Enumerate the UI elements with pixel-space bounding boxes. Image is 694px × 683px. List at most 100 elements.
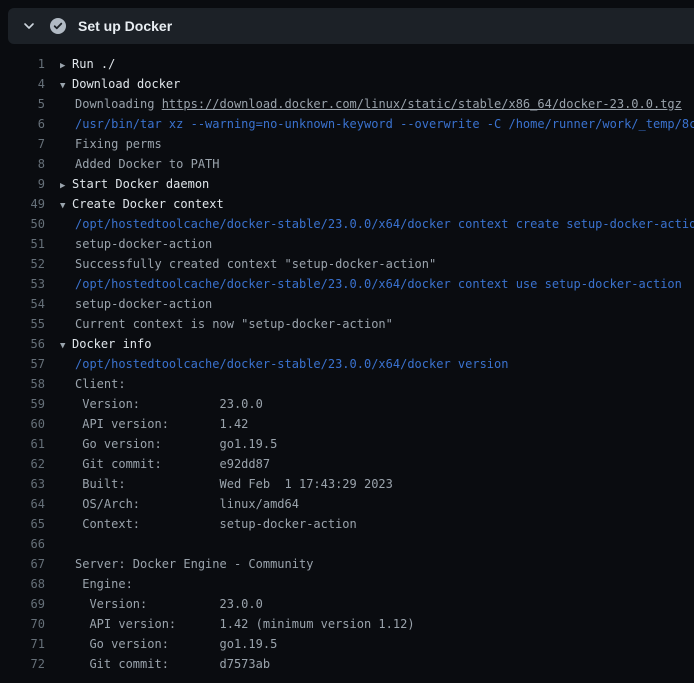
command-text: /usr/bin/tar xz --warning=no-unknown-key… <box>75 114 694 134</box>
group-label[interactable]: Download docker <box>72 74 180 94</box>
log-line[interactable]: 9 ▶Start Docker daemon <box>0 174 694 194</box>
log-line: 61 Go version: go1.19.5 <box>0 434 694 454</box>
log-text: Successfully created context "setup-dock… <box>75 254 436 274</box>
line-number[interactable]: 55 <box>0 314 45 334</box>
log-text: Git commit: e92dd87 <box>75 454 270 474</box>
step-header-row[interactable]: Set up Docker <box>8 8 694 44</box>
triangle-down-icon[interactable]: ▼ <box>60 76 72 94</box>
log-text: setup-docker-action <box>75 294 212 314</box>
line-number[interactable]: 54 <box>0 294 45 314</box>
log-url-link[interactable]: https://download.docker.com/linux/static… <box>162 94 682 114</box>
log-line: 53/opt/hostedtoolcache/docker-stable/23.… <box>0 274 694 294</box>
log-line[interactable]: 49 ▼Create Docker context <box>0 194 694 214</box>
log-line: 55 Current context is now "setup-docker-a… <box>0 314 694 334</box>
log-line: 58 Client: <box>0 374 694 394</box>
log-line[interactable]: 56 ▼Docker info <box>0 334 694 354</box>
log-line: 71 Go version: go1.19.5 <box>0 634 694 654</box>
log-line[interactable]: 4 ▼Download docker <box>0 74 694 94</box>
line-number[interactable]: 60 <box>0 414 45 434</box>
log-line: 57/opt/hostedtoolcache/docker-stable/23.… <box>0 354 694 374</box>
log-text: Git commit: d7573ab <box>75 654 270 674</box>
log-text: API version: 1.42 (minimum version 1.12) <box>75 614 415 634</box>
line-number[interactable]: 53 <box>0 274 45 294</box>
line-number[interactable]: 71 <box>0 634 45 654</box>
log-line: 62 Git commit: e92dd87 <box>0 454 694 474</box>
log-line: 70 API version: 1.42 (minimum version 1.… <box>0 614 694 634</box>
line-number[interactable]: 4 <box>0 74 45 94</box>
log-container: 1▶Run ./4▼Download docker5Downloading ht… <box>0 54 694 674</box>
log-line: 67 Server: Docker Engine - Community <box>0 554 694 574</box>
log-line: 69 Version: 23.0.0 <box>0 594 694 614</box>
line-number[interactable]: 61 <box>0 434 45 454</box>
line-number[interactable]: 50 <box>0 214 45 234</box>
line-number[interactable]: 58 <box>0 374 45 394</box>
triangle-right-icon[interactable]: ▶ <box>60 56 72 74</box>
line-number[interactable]: 52 <box>0 254 45 274</box>
line-number[interactable]: 7 <box>0 134 45 154</box>
log-text: Version: 23.0.0 <box>75 594 263 614</box>
log-line: 59 Version: 23.0.0 <box>0 394 694 414</box>
line-number[interactable]: 62 <box>0 454 45 474</box>
log-line: 51 setup-docker-action <box>0 234 694 254</box>
triangle-down-icon[interactable]: ▼ <box>60 336 72 354</box>
log-text: API version: 1.42 <box>75 414 248 434</box>
log-line: 54 setup-docker-action <box>0 294 694 314</box>
log-line: 5 Downloading https://download.docker.com… <box>0 94 694 114</box>
line-number[interactable]: 59 <box>0 394 45 414</box>
line-number[interactable]: 64 <box>0 494 45 514</box>
line-number[interactable]: 49 <box>0 194 45 214</box>
check-circle-icon <box>50 18 66 34</box>
line-number[interactable]: 56 <box>0 334 45 354</box>
line-number[interactable]: 9 <box>0 174 45 194</box>
log-line: 8 Added Docker to PATH <box>0 154 694 174</box>
log-text: Current context is now "setup-docker-act… <box>75 314 393 334</box>
log-text: Added Docker to PATH <box>75 154 220 174</box>
group-label[interactable]: Start Docker daemon <box>72 174 209 194</box>
log-text: Client: <box>75 374 126 394</box>
line-number[interactable]: 70 <box>0 614 45 634</box>
command-text: /opt/hostedtoolcache/docker-stable/23.0.… <box>75 354 508 374</box>
log-text: setup-docker-action <box>75 234 212 254</box>
log-line: 7 Fixing perms <box>0 134 694 154</box>
log-text: Go version: go1.19.5 <box>75 434 277 454</box>
line-number[interactable]: 63 <box>0 474 45 494</box>
log-line: 50/opt/hostedtoolcache/docker-stable/23.… <box>0 214 694 234</box>
log-text: Fixing perms <box>75 134 162 154</box>
line-number[interactable]: 65 <box>0 514 45 534</box>
log-line: 68 Engine: <box>0 574 694 594</box>
log-line[interactable]: 1 ▶Run ./ <box>0 54 694 74</box>
log-text: Go version: go1.19.5 <box>75 634 277 654</box>
log-text: Context: setup-docker-action <box>75 514 357 534</box>
group-label[interactable]: Create Docker context <box>72 194 224 214</box>
command-text: /opt/hostedtoolcache/docker-stable/23.0.… <box>75 214 694 234</box>
log-line: 63 Built: Wed Feb 1 17:43:29 2023 <box>0 474 694 494</box>
line-number[interactable]: 68 <box>0 574 45 594</box>
group-label[interactable]: Run ./ <box>72 54 115 74</box>
line-number[interactable]: 6 <box>0 114 45 134</box>
line-number[interactable]: 51 <box>0 234 45 254</box>
log-line: 65 Context: setup-docker-action <box>0 514 694 534</box>
triangle-right-icon[interactable]: ▶ <box>60 176 72 194</box>
line-number[interactable]: 5 <box>0 94 45 114</box>
group-label[interactable]: Docker info <box>72 334 151 354</box>
log-text: Version: 23.0.0 <box>75 394 263 414</box>
chevron-down-icon[interactable] <box>21 18 37 34</box>
line-number[interactable]: 1 <box>0 54 45 74</box>
triangle-down-icon[interactable]: ▼ <box>60 196 72 214</box>
line-number[interactable]: 69 <box>0 594 45 614</box>
log-text: Engine: <box>75 574 133 594</box>
log-text: Downloading <box>75 94 162 114</box>
step-title: Set up Docker <box>78 18 172 34</box>
log-lines: 1▶Run ./4▼Download docker5Downloading ht… <box>0 54 694 674</box>
line-number[interactable]: 72 <box>0 654 45 674</box>
line-number[interactable]: 57 <box>0 354 45 374</box>
log-text: Server: Docker Engine - Community <box>75 554 313 574</box>
log-line: 6/usr/bin/tar xz --warning=no-unknown-ke… <box>0 114 694 134</box>
log-line: 52 Successfully created context "setup-do… <box>0 254 694 274</box>
line-number[interactable]: 67 <box>0 554 45 574</box>
log-line: 64 OS/Arch: linux/amd64 <box>0 494 694 514</box>
log-text: Built: Wed Feb 1 17:43:29 2023 <box>75 474 393 494</box>
command-text: /opt/hostedtoolcache/docker-stable/23.0.… <box>75 274 682 294</box>
line-number[interactable]: 8 <box>0 154 45 174</box>
line-number[interactable]: 66 <box>0 534 45 554</box>
